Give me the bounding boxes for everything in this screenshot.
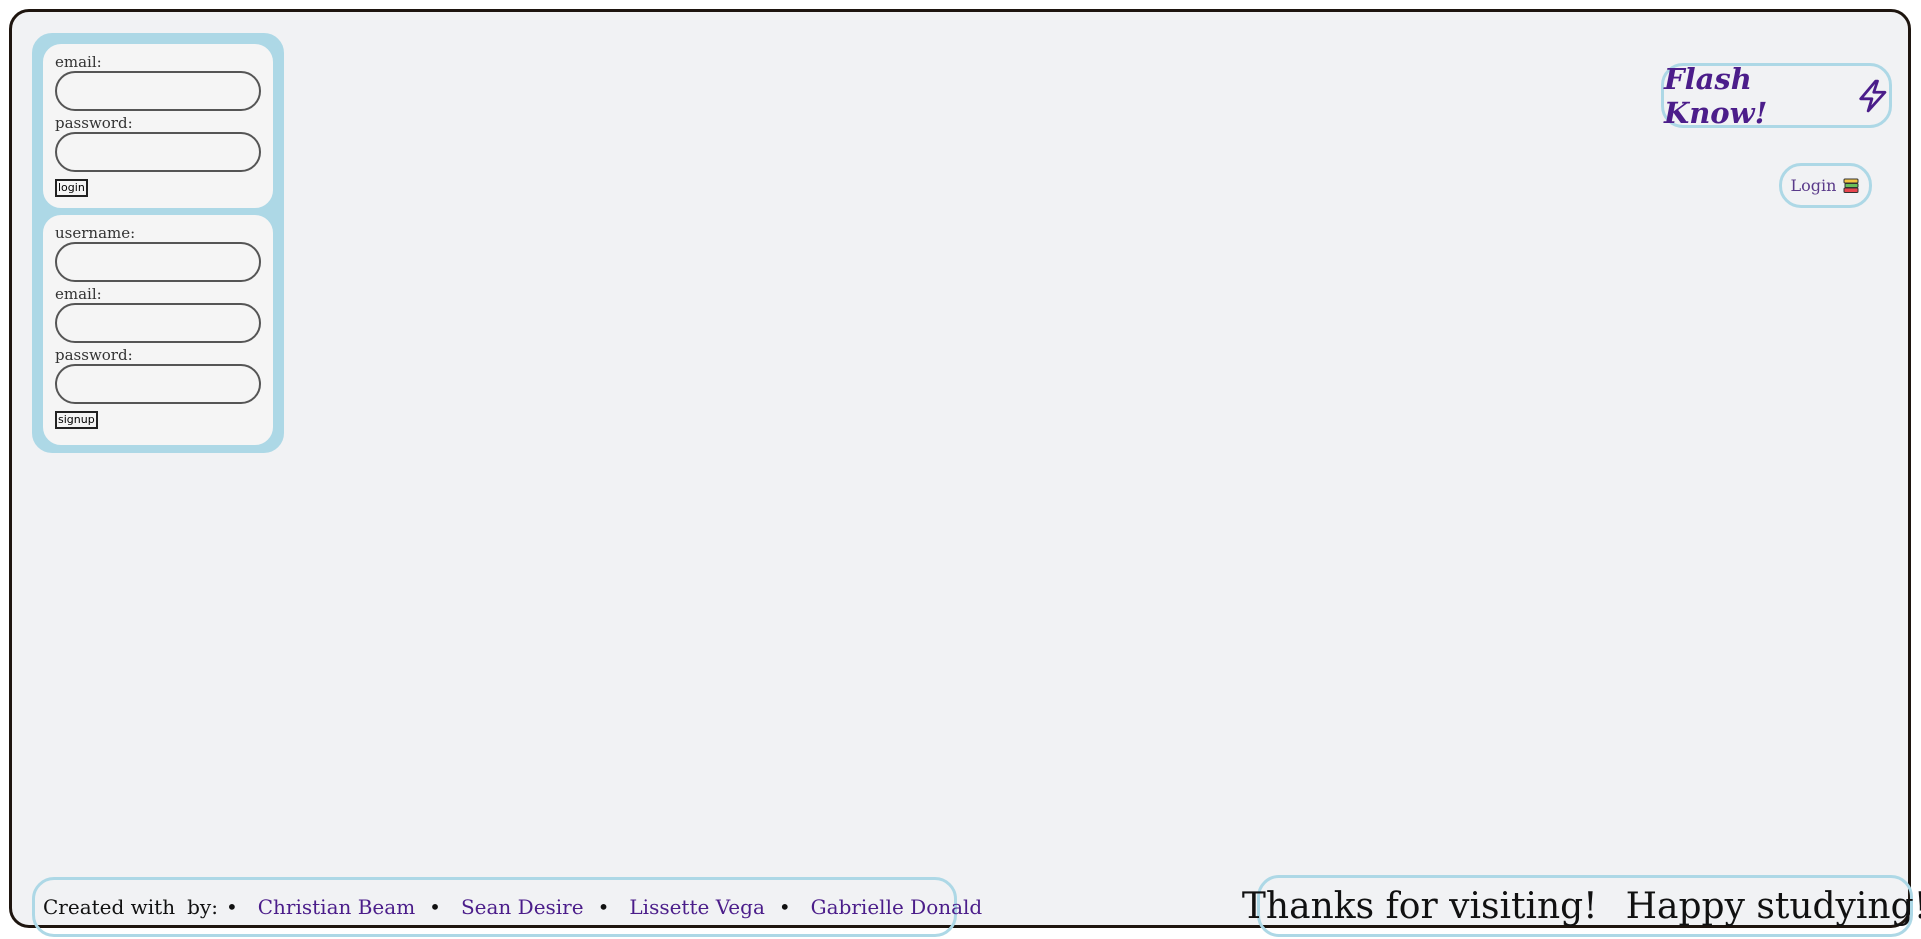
- happy-studying-text: Happy studying!: [1625, 885, 1921, 927]
- bullet-separator: •: [429, 895, 441, 919]
- login-password-label: password:: [55, 114, 133, 132]
- signup-email-label: email:: [55, 285, 102, 303]
- signup-password-label: password:: [55, 346, 133, 364]
- signup-username-label: username:: [55, 224, 136, 242]
- signup-password-input[interactable]: [55, 364, 261, 404]
- signup-username-input[interactable]: [55, 242, 261, 282]
- creator-link-sean-desire[interactable]: Sean Desire: [461, 895, 584, 919]
- signup-email-input[interactable]: [55, 303, 261, 343]
- login-nav-button[interactable]: Login: [1779, 163, 1872, 208]
- by-text: by:: [187, 895, 218, 919]
- creator-link-christian-beam[interactable]: Christian Beam: [258, 895, 415, 919]
- lightning-bolt-icon: [1859, 79, 1887, 112]
- credits-footer: Created with by: • Christian Beam • Sean…: [32, 877, 982, 937]
- brand-title: Flash Know!: [1664, 61, 1768, 130]
- login-password-input[interactable]: [55, 132, 261, 172]
- signup-form: username: email: password: signup: [41, 213, 275, 447]
- bullet-separator: •: [225, 895, 238, 919]
- brand-badge[interactable]: Flash Know!: [1661, 61, 1892, 130]
- bullet-separator: •: [597, 895, 610, 919]
- login-nav-label: Login: [1790, 176, 1837, 195]
- signup-button[interactable]: signup: [55, 411, 98, 429]
- thanks-footer: Thanks for visiting! Happy studying!: [1242, 875, 1921, 937]
- auth-forms-panel: email: password: login username: email: …: [32, 33, 284, 453]
- app-frame: email: password: login username: email: …: [9, 9, 1921, 937]
- created-with-text: Created with: [43, 895, 176, 919]
- books-icon: [1843, 178, 1859, 193]
- creator-link-lissette-vega[interactable]: Lissette Vega: [629, 895, 764, 919]
- login-button[interactable]: login: [55, 179, 88, 197]
- creator-link-gabrielle-donald[interactable]: Gabrielle Donald: [811, 895, 983, 919]
- login-email-label: email:: [55, 53, 102, 71]
- login-form: email: password: login: [41, 42, 275, 210]
- bullet-separator: •: [778, 895, 791, 919]
- login-email-input[interactable]: [55, 71, 261, 111]
- thanks-text: Thanks for visiting!: [1241, 885, 1598, 927]
